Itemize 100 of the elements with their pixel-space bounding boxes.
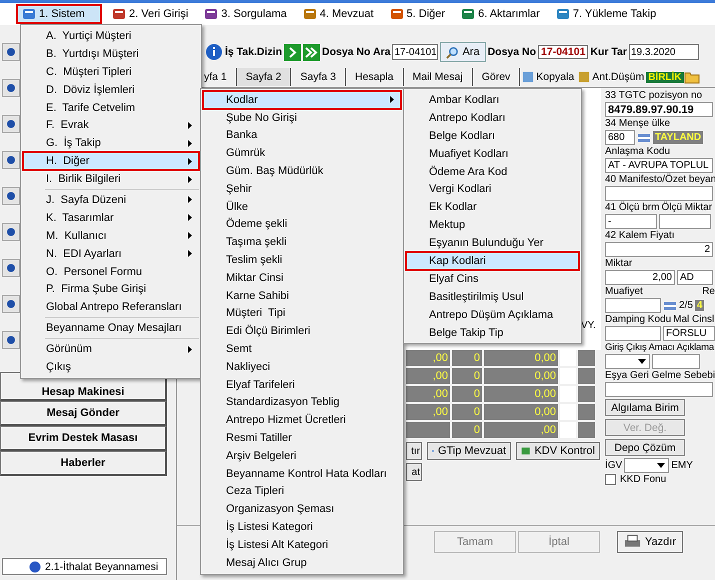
sidebar-tool-button[interactable] (2, 151, 20, 169)
menu-item[interactable]: Karne Sahibi (203, 286, 401, 305)
menu-item[interactable]: Ödeme Ara Kod (406, 162, 579, 180)
sidebar-button[interactable]: Mesaj Gönder (0, 401, 167, 426)
tgtc-field[interactable]: 8479.89.97.90.19 (605, 102, 713, 117)
menu-item[interactable]: A. Yurtiçi Müşteri (23, 27, 199, 45)
menu-item[interactable]: Arşiv Belgeleri (203, 446, 401, 465)
menu-bar-item[interactable]: 4. Mevzuat (296, 4, 380, 24)
menu-bar-item[interactable]: 5. Diğer (384, 4, 452, 24)
sidebar-tool-button[interactable] (2, 115, 20, 133)
menu-item[interactable]: Gümrük (203, 144, 401, 162)
sidebar-tool-button[interactable] (2, 259, 20, 277)
menu-item[interactable]: Ambar Kodları (406, 91, 579, 109)
sidebar-button[interactable]: Evrim Destek Masası (0, 426, 167, 451)
menu-item[interactable]: Müşteri Tipi (203, 304, 401, 322)
rate-date-field[interactable]: 19.3.2020 (628, 44, 699, 60)
grid-button[interactable]: KDV Kontrol (516, 442, 600, 460)
unit-field[interactable]: - (605, 214, 657, 229)
tab[interactable]: Sayfa 2 (236, 68, 292, 86)
forward-arrows-icon[interactable] (284, 44, 320, 60)
grid-button[interactable]: GTip Mevzuat (427, 442, 511, 460)
action-button[interactable]: Algılama Birim (605, 399, 685, 416)
grid-button[interactable]: at (406, 463, 422, 481)
menu-item[interactable]: Eşyanın Bulunduğu Yer (406, 234, 579, 252)
menu-item[interactable]: C. Müşteri Tipleri (23, 62, 199, 81)
menu-item[interactable]: İş Listesi Kategori (203, 518, 401, 536)
menu-item[interactable]: P. Firma Şube Girişi (23, 280, 199, 298)
dumping-field[interactable] (605, 326, 661, 341)
menu-item[interactable]: Muafiyet Kodları (406, 144, 579, 163)
agreement-field[interactable]: AT - AVRUPA TOPLUL (605, 158, 713, 173)
menu-item[interactable]: Nakliyeci (203, 358, 401, 376)
purpose-dropdown[interactable] (605, 354, 650, 369)
menu-item[interactable]: Organizasyon Şeması (203, 500, 401, 518)
menu-item[interactable]: Ek Kodlar (406, 198, 579, 216)
grid-button[interactable]: tır (406, 442, 422, 460)
menu-item[interactable]: Belge Takip Tip (406, 324, 579, 342)
menu-item[interactable]: Global Antrepo Referansları (23, 298, 199, 316)
menu-item[interactable]: Miktar Cinsi (203, 268, 401, 287)
folder-icon[interactable] (684, 70, 700, 84)
toolbar-button[interactable]: Kopyala (520, 71, 576, 83)
search-button[interactable]: Ara (440, 42, 486, 62)
price-field[interactable]: 2 (605, 242, 713, 257)
menu-item[interactable]: Belge Kodları (406, 126, 579, 145)
menu-item[interactable]: Ceza Tipleri (203, 482, 401, 500)
quantity-field[interactable]: 2,00 (605, 270, 675, 285)
menu-item[interactable]: B. Yurtdışı Müşteri (23, 44, 199, 63)
igv-dropdown[interactable] (624, 458, 670, 473)
menu-bar-item[interactable]: 7. Yükleme Takip (550, 4, 662, 24)
menu-item[interactable]: Banka (203, 126, 401, 144)
description-field[interactable] (652, 354, 700, 369)
sidebar-tool-button[interactable] (2, 295, 20, 313)
tab[interactable]: Hesapla (346, 68, 404, 86)
menu-item[interactable]: F. Evrak (23, 116, 199, 134)
menu-item[interactable]: M. Kullanıcı (23, 226, 199, 245)
menu-item[interactable]: Şehir (203, 180, 401, 198)
sidebar-tool-button[interactable] (2, 223, 20, 241)
menu-bar-item[interactable]: 3. Sorgulama (198, 4, 293, 24)
menu-item[interactable]: Ülke (203, 198, 401, 216)
tab[interactable]: Görev (472, 68, 520, 86)
manifest-field[interactable] (605, 186, 713, 201)
tab[interactable]: Sayfa 3 (291, 68, 346, 86)
menu-item[interactable]: Elyaf Cins (406, 270, 579, 288)
menu-item[interactable]: Güm. Baş Müdürlük (203, 162, 401, 180)
menu-item[interactable]: Beyanname Kontrol Hata Kodları (203, 464, 401, 483)
menu-item[interactable]: Semt (203, 340, 401, 358)
menu-item[interactable]: Standardizasyon Teblig (203, 394, 401, 412)
menu-item[interactable]: H. Diğer (23, 152, 199, 170)
search-field[interactable]: 17-04101 (392, 44, 438, 60)
menu-item[interactable]: O. Personel Formu (23, 262, 199, 280)
menu-bar-item[interactable]: 1. Sistem (16, 4, 102, 24)
menu-bar-item[interactable]: 2. Veri Girişi (106, 4, 194, 24)
sidebar-tool-button[interactable] (2, 43, 20, 61)
sidebar-button[interactable]: Haberler (0, 451, 167, 476)
menu-item[interactable]: Antrepo Kodları (406, 108, 579, 127)
kkd-checkbox[interactable]: KKD Fonu (605, 474, 715, 485)
origin-code-field[interactable]: 680 (605, 130, 635, 145)
menu-item[interactable]: Taşıma şekli (203, 233, 401, 252)
menu-item[interactable]: Mesaj Alıcı Grup (203, 554, 401, 572)
menu-item[interactable]: İş Listesi Alt Kategori (203, 536, 401, 554)
menu-item[interactable]: E. Tarife Cetvelim (23, 98, 199, 116)
taskbar-tab[interactable]: 2.1-İthalat Beyannamesi (2, 558, 167, 575)
menu-item[interactable]: J. Sayfa Düzeni (23, 191, 199, 209)
menu-item[interactable]: Resmi Tatiller (203, 429, 401, 447)
menu-item[interactable]: Beyanname Onay Mesajları (23, 319, 199, 338)
exemption-field[interactable] (605, 298, 661, 313)
toolbar-button[interactable]: Ant.Düşüm (576, 71, 646, 83)
menu-item[interactable]: Mektup (406, 216, 579, 234)
menu-item[interactable]: Kap Kodlari (406, 252, 579, 270)
menu-item[interactable]: D. Döviz İşlemleri (23, 80, 199, 99)
action-button[interactable]: Depo Çözüm (605, 439, 685, 456)
menu-item[interactable]: Antrepo Düşüm Açıklama (406, 306, 579, 324)
menu-item[interactable]: Görünüm (23, 340, 199, 358)
dialog-button[interactable]: Yazdır (617, 531, 683, 553)
menu-item[interactable]: Teslim şekli (203, 251, 401, 269)
menu-item[interactable]: K. Tasarımlar (23, 208, 199, 227)
menu-item[interactable]: Elyaf Tarifeleri (203, 376, 401, 394)
menu-item[interactable]: I. Birlik Bilgileri (23, 170, 199, 188)
menu-item[interactable]: Şube No Girişi (203, 108, 401, 127)
menu-item[interactable]: G. İş Takip (23, 134, 199, 152)
goods-field[interactable]: FÖRSLU (663, 326, 715, 341)
